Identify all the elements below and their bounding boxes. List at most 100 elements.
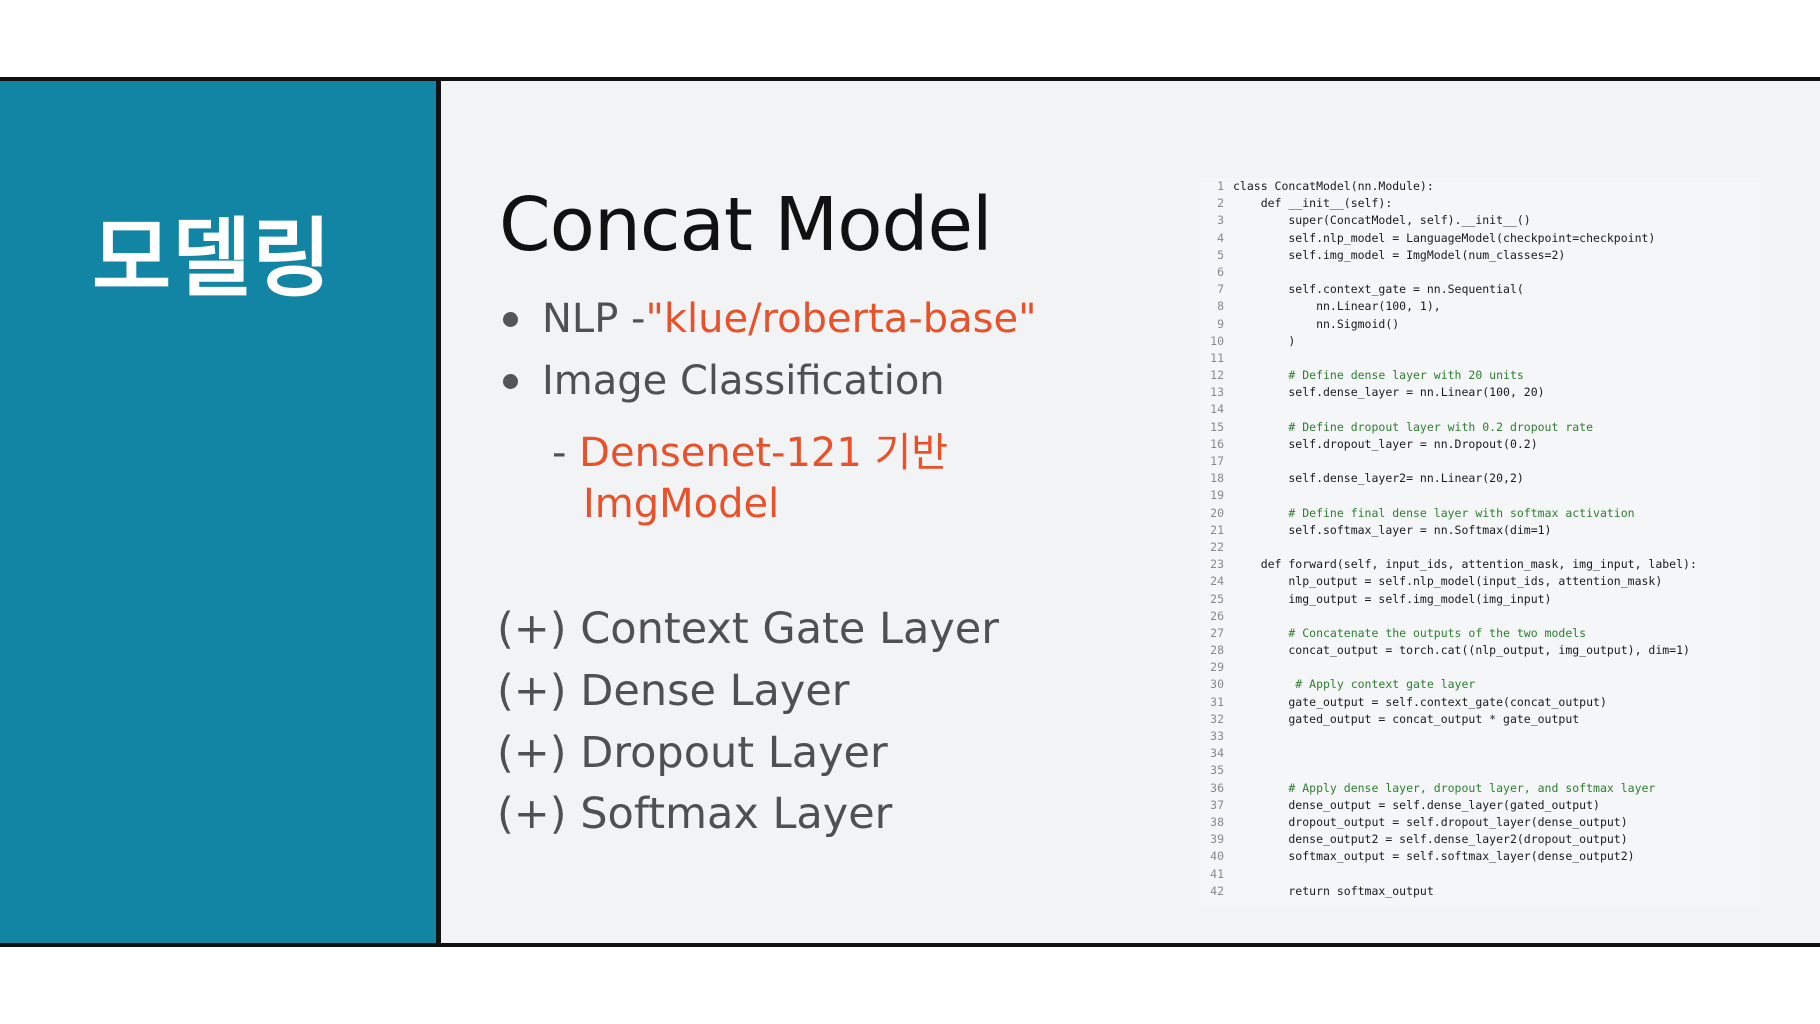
sub-bullet-dash: - (552, 430, 580, 476)
line-number: 29 (1210, 660, 1224, 675)
code-line: 6 (1200, 264, 1760, 281)
code-line: 11 (1200, 350, 1760, 367)
code-text: self.img_model = ImgModel(num_classes=2) (1233, 247, 1566, 262)
line-number: 11 (1210, 350, 1224, 365)
bullet-dot-icon (503, 373, 518, 389)
code-text: self.dense_layer = nn.Linear(100, 20) (1233, 385, 1545, 400)
code-text: concat_output = torch.cat((nlp_output, i… (1233, 643, 1690, 658)
code-text: ) (1233, 333, 1296, 348)
line-number: 37 (1210, 797, 1224, 812)
bottom-rule (0, 943, 1820, 947)
code-line: 37 dense_output = self.dense_layer(gated… (1200, 797, 1760, 814)
line-number: 8 (1217, 299, 1224, 314)
code-line: 5 self.img_model = ImgModel(num_classes=… (1200, 247, 1760, 264)
code-text: # Concatenate the outputs of the two mod… (1233, 625, 1587, 640)
code-text: self.nlp_model = LanguageModel(checkpoin… (1233, 230, 1656, 245)
line-number: 19 (1210, 488, 1224, 503)
line-number: 26 (1210, 608, 1224, 623)
code-line: 2 def __init__(self): (1200, 195, 1760, 212)
line-number: 23 (1210, 557, 1224, 572)
line-number: 20 (1210, 505, 1224, 520)
line-number: 15 (1210, 419, 1224, 434)
code-line: 7 self.context_gate = nn.Sequential( (1200, 281, 1760, 298)
sub-bullet-continued: ImgModel (583, 481, 780, 527)
line-number: 7 (1217, 282, 1224, 297)
code-text: nlp_output = self.nlp_model(input_ids, a… (1233, 574, 1663, 589)
code-line: 41 (1200, 866, 1760, 883)
line-number: 12 (1210, 368, 1224, 383)
code-line: 26 (1200, 608, 1760, 625)
line-number: 10 (1210, 333, 1224, 348)
code-line: 35 (1200, 762, 1760, 779)
code-line: 42 return softmax_output (1200, 883, 1760, 900)
line-number: 9 (1217, 316, 1224, 331)
code-line: 33 (1200, 728, 1760, 745)
line-number: 17 (1210, 454, 1224, 468)
line-number: 32 (1210, 711, 1224, 726)
bullet-dot-icon (503, 311, 518, 327)
code-line: 27 # Concatenate the outputs of the two … (1200, 625, 1760, 642)
line-number: 30 (1210, 677, 1224, 692)
bullet-label: NLP - (542, 296, 646, 342)
code-line: 14 (1200, 401, 1760, 418)
line-number: 41 (1210, 866, 1224, 881)
line-number: 38 (1210, 814, 1224, 829)
code-text: super(ConcatModel, self).__init__() (1233, 213, 1531, 228)
line-number: 33 (1210, 729, 1224, 743)
line-number: 35 (1210, 763, 1224, 778)
line-number: 21 (1210, 522, 1224, 537)
line-number: 34 (1210, 746, 1224, 761)
code-line: 9 nn.Sigmoid() (1200, 316, 1760, 333)
code-line: 15 # Define dropout layer with 0.2 dropo… (1200, 419, 1760, 436)
line-number: 24 (1210, 574, 1224, 589)
code-text: # Apply context gate layer (1233, 677, 1476, 692)
code-line: 40 softmax_output = self.softmax_layer(d… (1200, 848, 1760, 865)
code-line: 4 self.nlp_model = LanguageModel(checkpo… (1200, 230, 1760, 247)
code-line: 39 dense_output2 = self.dense_layer2(dro… (1200, 831, 1760, 848)
code-text: nn.Sigmoid() (1233, 316, 1400, 331)
bullet-highlight: "klue/roberta-base" (645, 296, 1037, 342)
code-line: 25 img_output = self.img_model(img_input… (1200, 591, 1760, 608)
line-number: 31 (1210, 694, 1224, 709)
bullet-nlp: NLP - "klue/roberta-base" (503, 296, 1036, 342)
code-line: 34 (1200, 745, 1760, 762)
code-text: dense_output2 = self.dense_layer2(dropou… (1233, 832, 1628, 847)
code-text: dense_output = self.dense_layer(gated_ou… (1233, 797, 1600, 812)
code-text: class ConcatModel(nn.Module): (1233, 179, 1434, 193)
line-number: 39 (1210, 832, 1224, 847)
code-text: self.context_gate = nn.Sequential( (1233, 282, 1524, 297)
line-number: 6 (1217, 264, 1224, 279)
layer-item-context-gate: (+) Context Gate Layer (497, 604, 999, 654)
bullet-image-classification: Image Classification (503, 358, 945, 404)
code-text: img_output = self.img_model(img_input) (1233, 591, 1552, 606)
code-text: def __init__(self): (1233, 196, 1393, 211)
line-number: 36 (1210, 780, 1224, 795)
line-number: 4 (1217, 230, 1224, 245)
code-line: 17 (1200, 453, 1760, 470)
line-number: 42 (1210, 883, 1224, 898)
code-line: 10 ) (1200, 333, 1760, 350)
code-text: return softmax_output (1233, 883, 1434, 898)
bullet-label: Image Classification (542, 358, 945, 404)
code-line: 19 (1200, 487, 1760, 504)
code-text: gated_output = concat_output * gate_outp… (1233, 711, 1580, 726)
line-number: 13 (1210, 385, 1224, 400)
code-line: 32 gated_output = concat_output * gate_o… (1200, 711, 1760, 728)
code-line: 36 # Apply dense layer, dropout layer, a… (1200, 780, 1760, 797)
layer-item-dense: (+) Dense Layer (497, 666, 850, 716)
line-number: 2 (1217, 196, 1224, 211)
code-line: 3 super(ConcatModel, self).__init__() (1200, 212, 1760, 229)
code-line: 8 nn.Linear(100, 1), (1200, 298, 1760, 315)
code-line: 38 dropout_output = self.dropout_layer(d… (1200, 814, 1760, 831)
code-text: def forward(self, input_ids, attention_m… (1233, 557, 1697, 572)
layer-item-softmax: (+) Softmax Layer (497, 789, 893, 839)
code-line: 28 concat_output = torch.cat((nlp_output… (1200, 642, 1760, 659)
code-text: # Define dropout layer with 0.2 dropout … (1233, 419, 1594, 434)
line-number: 22 (1210, 539, 1224, 554)
code-line: 12 # Define dense layer with 20 units (1200, 367, 1760, 384)
layer-item-dropout: (+) Dropout Layer (497, 728, 888, 778)
code-text: # Define dense layer with 20 units (1233, 368, 1524, 383)
code-block: 1 class ConcatModel(nn.Module): 2 def __in… (1200, 178, 1760, 906)
line-number: 40 (1210, 849, 1224, 864)
sub-bullet-highlight: Densenet-121 기반 (579, 430, 949, 476)
